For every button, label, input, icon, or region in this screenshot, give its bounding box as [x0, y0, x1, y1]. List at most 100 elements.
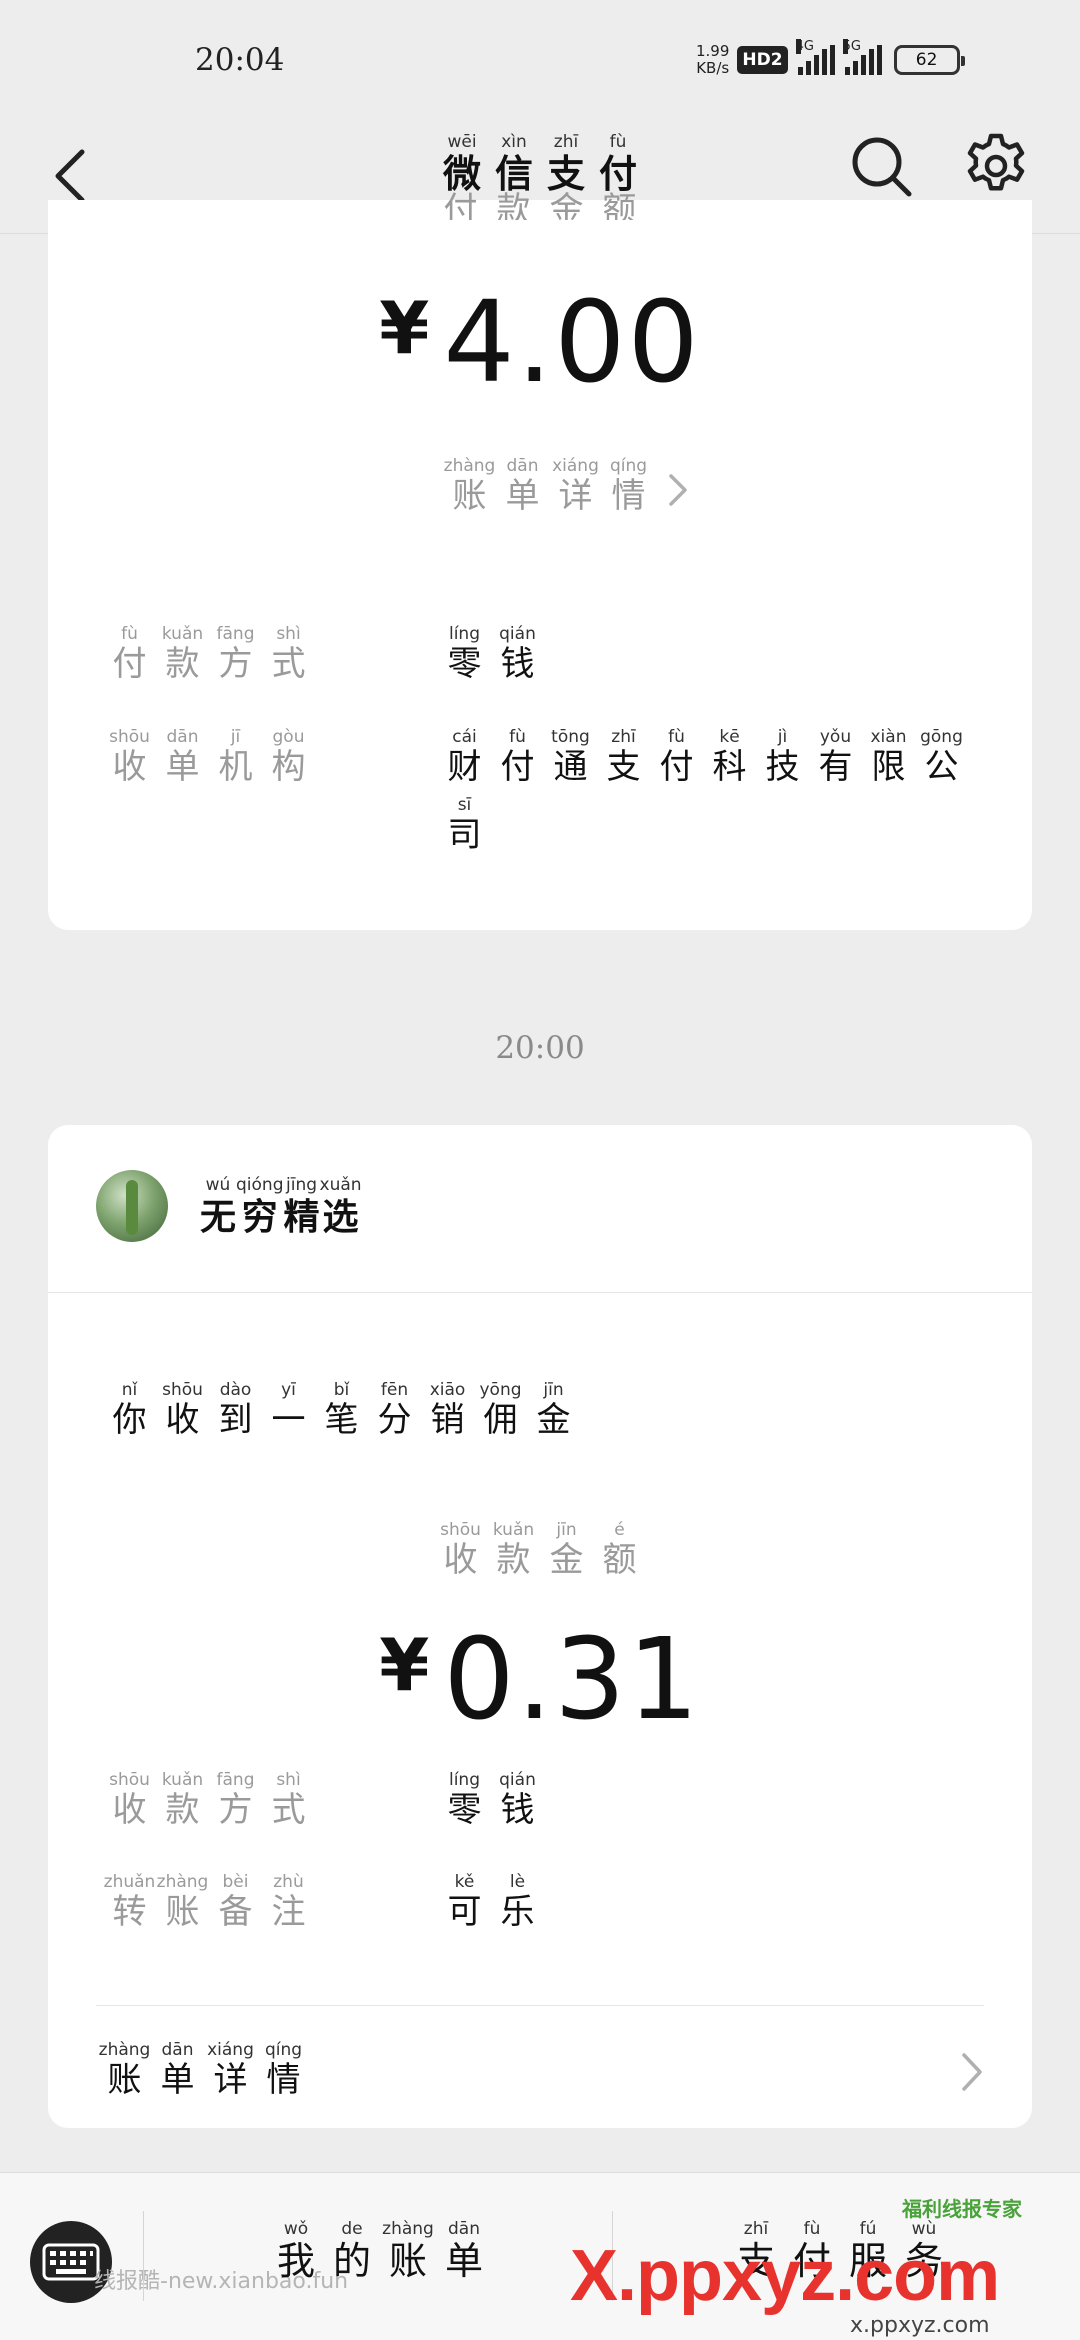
pinyin: cái — [452, 727, 477, 747]
hanzi: 你 — [112, 1400, 147, 1440]
status-time: 20:04 — [195, 42, 285, 78]
ruby-char: yōng 佣 — [474, 1380, 527, 1440]
hanzi: 款 — [496, 1540, 531, 1580]
pinyin: shōu — [109, 727, 150, 747]
pinyin: bèi — [222, 1872, 249, 1892]
hanzi: 情 — [611, 476, 646, 516]
bill-detail-row[interactable]: zhàng 账 dān 单 xiáng 详 qíng 情 — [48, 2007, 1032, 2128]
hanzi: 有 — [818, 747, 853, 787]
bill-detail-label: zhàng 账 dān 单 xiáng 详 qíng 情 — [443, 456, 655, 516]
hanzi: 方 — [218, 1790, 253, 1830]
pinyin: bǐ — [333, 1380, 350, 1400]
hanzi: 详 — [213, 2060, 248, 2100]
notification-message: nǐ 你 shōu 收 dào 到 yī 一 bǐ 笔 fēn 分 xiāo 销 yōng 佣 jīn 金 — [103, 1380, 580, 1440]
received-amount-label: shōu 收 kuǎn 款 jīn 金 é 额 — [48, 1520, 1032, 1580]
ruby-char: jì 技 — [756, 727, 809, 787]
pinyin: qián — [499, 624, 536, 644]
message-timestamp: 20:00 — [495, 1030, 585, 1066]
ruby-char: qián 钱 — [491, 1770, 544, 1830]
pinyin: kē — [719, 727, 740, 747]
ruby-char: kuǎn 款 — [156, 624, 209, 684]
hanzi: 金 — [549, 1540, 584, 1580]
hanzi: 钱 — [500, 644, 535, 684]
pinyin: zhàng — [98, 2040, 151, 2060]
hanzi: 分 — [377, 1400, 412, 1440]
hanzi: 付 — [112, 644, 147, 684]
pinyin: qián — [499, 1770, 536, 1790]
pinyin: zhàng — [156, 1872, 209, 1892]
pinyin: xìn — [501, 132, 527, 152]
chevron-right-icon — [669, 474, 687, 506]
hanzi: 单 — [165, 747, 200, 787]
hanzi: 额 — [602, 190, 637, 220]
ruby-char: qíng 情 — [602, 456, 655, 516]
hanzi: 付 — [500, 747, 535, 787]
hanzi: 账 — [452, 476, 487, 516]
pinyin: dào — [219, 1380, 252, 1400]
watermark-url: x.ppxyz.com — [850, 2313, 990, 2338]
ruby-char: dān 单 — [496, 456, 549, 516]
pinyin — [487, 170, 540, 190]
pinyin: wú — [205, 1175, 231, 1195]
hanzi: 到 — [218, 1400, 253, 1440]
pinyin: tōng — [551, 727, 590, 747]
payment-method-label: fù 付 kuǎn 款 fāng 方 shì 式 — [103, 624, 315, 684]
pinyin: yōng — [479, 1380, 522, 1400]
bill-detail-link[interactable]: zhàng 账 dān 单 xiáng 详 qíng 情 — [443, 456, 687, 522]
signal-5g-icon: 5G — [842, 39, 882, 75]
merchant-name: wú 无 qióng 穷 jīng 精 xuǎn 选 — [200, 1175, 362, 1239]
status-icons: 1.99 KB/s HD2 4G 5G 62 — [696, 38, 965, 82]
pinyin: jī — [230, 727, 241, 747]
pinyin: dān — [506, 456, 539, 476]
pinyin: shōu — [109, 1770, 150, 1790]
bill-detail-label: zhàng 账 dān 单 xiáng 详 qíng 情 — [98, 2040, 310, 2100]
hanzi: 财 — [447, 747, 482, 787]
pinyin: zhàng — [443, 456, 496, 476]
hanzi: 一 — [271, 1400, 306, 1440]
ruby-char: qíng 情 — [257, 2040, 310, 2100]
hanzi: 零 — [447, 1790, 482, 1830]
hanzi: 机 — [218, 747, 253, 787]
hanzi: 收 — [443, 1540, 478, 1580]
pinyin: jì — [777, 727, 788, 747]
pinyin: qíng — [264, 2040, 303, 2060]
pinyin: kuǎn — [161, 624, 204, 644]
ruby-char: xiàn 限 — [862, 727, 915, 787]
pinyin: shōu — [162, 1380, 203, 1400]
hanzi: 账 — [107, 2060, 142, 2100]
hanzi: 金 — [536, 1400, 571, 1440]
pinyin: líng — [448, 1770, 480, 1790]
ruby-char: 额 — [593, 170, 646, 220]
merchant-header[interactable]: wú 无 qióng 穷 jīng 精 xuǎn 选 — [48, 1125, 1032, 1293]
ruby-char: fù 付 — [103, 624, 156, 684]
pinyin: dān — [166, 727, 199, 747]
hanzi: 方 — [218, 644, 253, 684]
pinyin: dān — [161, 2040, 194, 2060]
pinyin — [434, 170, 487, 190]
ruby-char: zhàng 账 — [156, 1872, 209, 1932]
pinyin: kě — [454, 1872, 475, 1892]
hanzi: 钱 — [500, 1790, 535, 1830]
hanzi: 公 — [924, 747, 959, 787]
hanzi: 可 — [447, 1892, 482, 1932]
pinyin: fù — [121, 624, 138, 644]
hanzi: 零 — [447, 644, 482, 684]
hanzi: 司 — [447, 815, 482, 855]
amount-label-partial: 付 款 金 额 — [48, 170, 1032, 220]
ruby-char: é额 — [593, 1520, 646, 1580]
ruby-char: zhàng 账 — [380, 2219, 436, 2283]
ruby-char: kē 科 — [703, 727, 756, 787]
hanzi: 笔 — [324, 1400, 359, 1440]
my-bill-button[interactable]: wǒ 我 de 的 zhàng 账 dān 单 — [268, 2219, 492, 2283]
hanzi: 转 — [112, 1892, 147, 1932]
receive-method-value: líng 零 qián 钱 — [438, 1770, 544, 1830]
payment-method-value: líng 零 qián 钱 — [438, 624, 544, 684]
pinyin: zhī — [553, 132, 579, 152]
hanzi: 销 — [430, 1400, 465, 1440]
hanzi: 额 — [602, 1540, 637, 1580]
pinyin: kuǎn — [161, 1770, 204, 1790]
pinyin: wǒ — [283, 2219, 309, 2239]
hanzi: 单 — [160, 2060, 195, 2100]
ruby-char: qián 钱 — [491, 624, 544, 684]
pinyin: xiáng — [552, 456, 599, 476]
